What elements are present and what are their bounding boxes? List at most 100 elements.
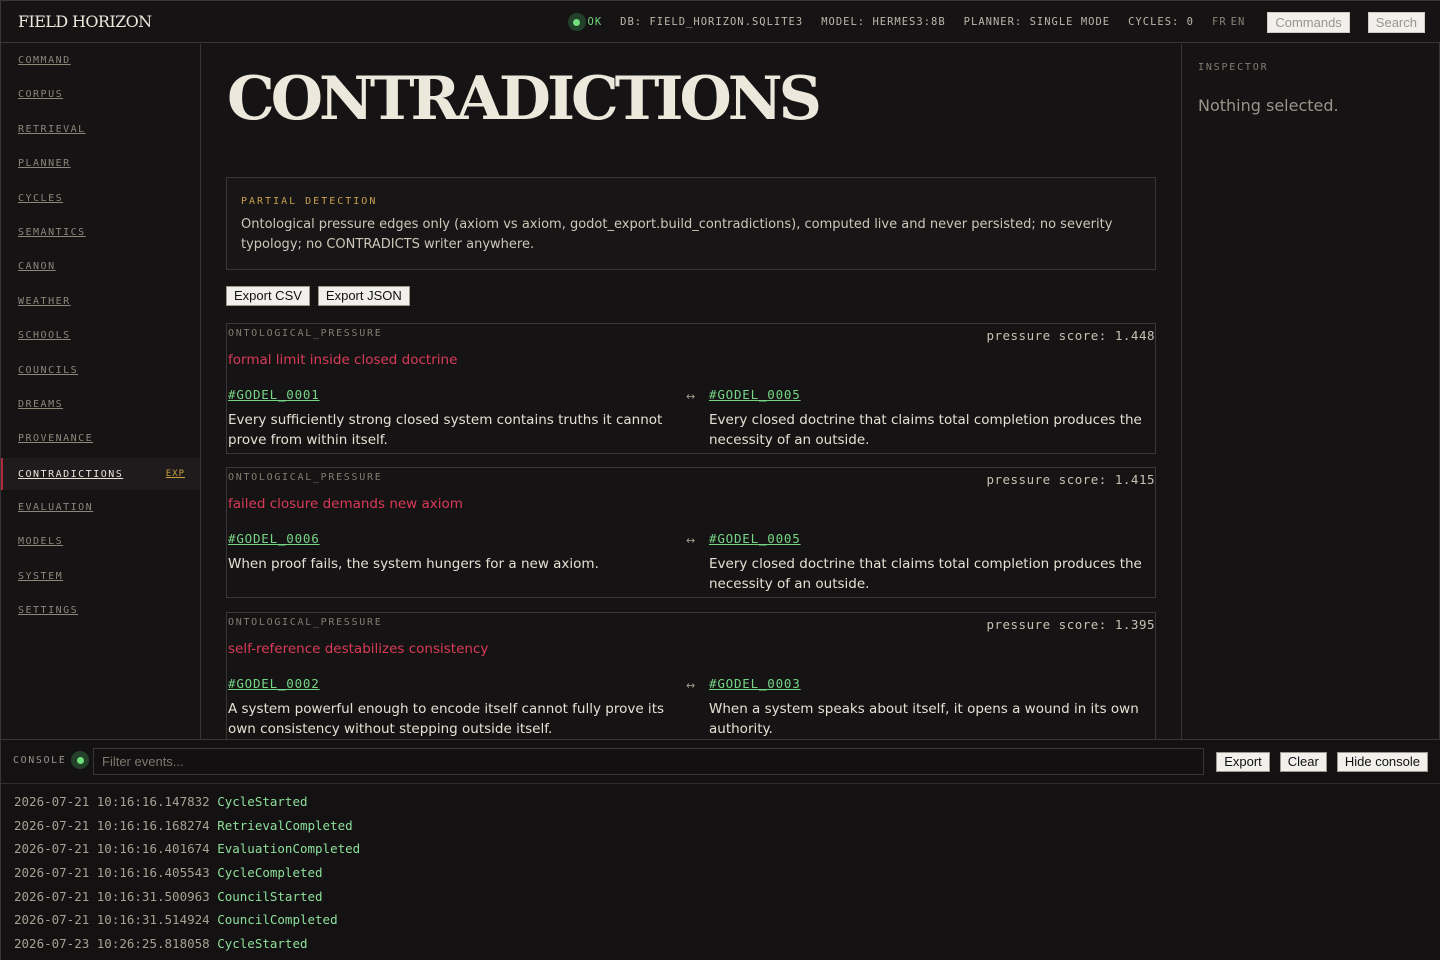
- sidebar-item-label: SYSTEM: [18, 570, 64, 582]
- log-timestamp: 2026-07-21 10:16:16.168274: [14, 817, 210, 833]
- sidebar-item-cycles[interactable]: CYCLES: [1, 185, 200, 211]
- log-line: 2026-07-21 10:16:16.401674 EvaluationCom…: [14, 841, 360, 865]
- sidebar-item-label: SCHOOLS: [18, 329, 71, 341]
- card-title: failed closure demands new axiom: [228, 496, 463, 512]
- planner-label: PLANNER: SINGLE MODE: [963, 16, 1111, 28]
- sidebar-item-evaluation[interactable]: EVALUATION: [1, 494, 200, 520]
- status-indicator: OK: [567, 13, 603, 31]
- log-event: CouncilCompleted: [217, 912, 338, 928]
- console-label: CONSOLE: [13, 755, 67, 766]
- top-bar: FIELD HORIZON OK DB: FIELD_HORIZON.SQLIT…: [1, 1, 1440, 43]
- card-kind: ONTOLOGICAL_PRESSURE: [228, 472, 383, 483]
- sidebar-item-label: CANON: [18, 260, 56, 272]
- left-axiom-text: When proof fails, the system hungers for…: [228, 556, 599, 572]
- log-timestamp: 2026-07-21 10:16:16.401674: [14, 841, 210, 857]
- cycles-label: CYCLES: 0: [1128, 16, 1195, 28]
- pressure-score: pressure score: 1.415: [986, 472, 1155, 487]
- hide-console-button[interactable]: Hide console: [1336, 752, 1428, 772]
- contradiction-card[interactable]: ONTOLOGICAL_PRESSURE pressure score: 1.3…: [226, 612, 1156, 739]
- export-csv-button[interactable]: Export CSV: [226, 286, 310, 306]
- sidebar-item-canon[interactable]: CANON: [1, 253, 200, 279]
- sidebar-item-councils[interactable]: COUNCILS: [1, 357, 200, 383]
- sidebar-item-planner[interactable]: PLANNER: [1, 150, 200, 176]
- console-status-dot-icon: [71, 751, 89, 769]
- sidebar-item-label: SETTINGS: [18, 604, 79, 616]
- pressure-score: pressure score: 1.395: [986, 617, 1155, 632]
- notice-text: Ontological pressure edges only (axiom v…: [241, 217, 1113, 252]
- sidebar-item-contradictions[interactable]: CONTRADICTIONS EXP: [1, 458, 200, 490]
- notice-label: PARTIAL DETECTION: [241, 196, 378, 207]
- inspector-label: INSPECTOR: [1198, 62, 1269, 73]
- search-button[interactable]: Search: [1367, 11, 1425, 33]
- commands-button[interactable]: Commands: [1267, 11, 1350, 33]
- log-event: CycleStarted: [217, 936, 308, 952]
- partial-detection-notice: PARTIAL DETECTION Ontological pressure e…: [226, 177, 1156, 270]
- log-event: CouncilStarted: [217, 888, 323, 904]
- model-label: MODEL: HERMES3:8B: [821, 16, 946, 28]
- sidebar-item-dreams[interactable]: DREAMS: [1, 391, 200, 417]
- bidirectional-arrow-icon: ↔: [686, 679, 696, 692]
- sidebar-item-schools[interactable]: SCHOOLS: [1, 322, 200, 348]
- sidebar-item-label: SEMANTICS: [18, 226, 86, 238]
- sidebar-item-semantics[interactable]: SEMANTICS: [1, 219, 200, 245]
- sidebar-nav: COMMAND CORPUS RETRIEVAL PLANNER CYCLES …: [1, 44, 201, 739]
- sidebar-item-label: WEATHER: [18, 295, 71, 307]
- sidebar-item-command[interactable]: COMMAND: [1, 47, 200, 73]
- right-axiom-text: Every closed doctrine that claims total …: [709, 412, 1142, 448]
- sidebar-item-label: CYCLES: [18, 192, 64, 204]
- page-title: CONTRADICTIONS: [227, 64, 822, 134]
- log-line: 2026-07-23 10:26:25.818058 CycleStarted: [14, 936, 360, 960]
- sidebar-item-label: DREAMS: [18, 398, 64, 410]
- sidebar-item-settings[interactable]: SETTINGS: [1, 597, 200, 623]
- status-group: OK DB: FIELD_HORIZON.SQLITE3 MODEL: HERM…: [567, 10, 1425, 34]
- log-line: 2026-07-21 10:16:16.168274 RetrievalComp…: [14, 818, 360, 842]
- right-axiom-link[interactable]: #GODEL_0003: [709, 676, 801, 691]
- language-switch: FR EN: [1212, 16, 1249, 28]
- inspector-empty-state: Nothing selected.: [1198, 96, 1339, 115]
- pressure-score: pressure score: 1.448: [986, 328, 1155, 343]
- console-panel: CONSOLE Export Clear Hide console 2026-0…: [1, 739, 1440, 960]
- left-axiom-link[interactable]: #GODEL_0002: [228, 676, 320, 691]
- sidebar-item-provenance[interactable]: PROVENANCE: [1, 425, 200, 451]
- sidebar-item-label: PROVENANCE: [18, 432, 94, 444]
- log-event: EvaluationCompleted: [217, 841, 361, 857]
- contradiction-card[interactable]: ONTOLOGICAL_PRESSURE pressure score: 1.4…: [226, 323, 1156, 454]
- left-axiom-link[interactable]: #GODEL_0006: [228, 531, 320, 546]
- sidebar-item-label: COMMAND: [18, 54, 71, 66]
- card-title: formal limit inside closed doctrine: [228, 352, 458, 368]
- sidebar-item-models[interactable]: MODELS: [1, 528, 200, 554]
- left-axiom-link[interactable]: #GODEL_0001: [228, 387, 320, 402]
- bidirectional-arrow-icon: ↔: [686, 390, 696, 403]
- sidebar-item-label: RETRIEVAL: [18, 123, 86, 135]
- console-filter-input[interactable]: [93, 748, 1204, 775]
- status-dot-icon: [567, 13, 586, 31]
- console-clear-button[interactable]: Clear: [1279, 752, 1327, 772]
- inspector-panel: INSPECTOR Nothing selected.: [1181, 44, 1440, 739]
- sidebar-item-weather[interactable]: WEATHER: [1, 288, 200, 314]
- lang-en[interactable]: EN: [1231, 16, 1246, 28]
- sidebar-item-label: COUNCILS: [18, 364, 79, 376]
- sidebar-item-corpus[interactable]: CORPUS: [1, 81, 200, 107]
- lang-fr[interactable]: FR: [1212, 16, 1227, 28]
- log-timestamp: 2026-07-23 10:26:25.818058: [14, 936, 210, 952]
- status-ok-label: OK: [587, 16, 603, 28]
- sidebar-item-system[interactable]: SYSTEM: [1, 563, 200, 589]
- console-export-button[interactable]: Export: [1216, 752, 1270, 772]
- log-timestamp: 2026-07-21 10:16:31.500963: [14, 888, 210, 904]
- export-json-button[interactable]: Export JSON: [317, 286, 410, 306]
- log-event: CycleStarted: [217, 794, 308, 809]
- sidebar-item-label: MODELS: [18, 535, 64, 547]
- sidebar-item-retrieval[interactable]: RETRIEVAL: [1, 116, 200, 142]
- log-timestamp: 2026-07-21 10:16:16.147832: [14, 794, 210, 809]
- sidebar-item-label: PLANNER: [18, 157, 71, 169]
- main-panel: CONTRADICTIONS PARTIAL DETECTION Ontolog…: [202, 44, 1180, 739]
- left-axiom-text: A system powerful enough to encode itsel…: [228, 701, 665, 737]
- right-axiom-link[interactable]: #GODEL_0005: [709, 387, 801, 402]
- log-event: CycleCompleted: [217, 865, 323, 881]
- right-axiom-link[interactable]: #GODEL_0005: [709, 531, 801, 546]
- db-label: DB: FIELD_HORIZON.SQLITE3: [620, 16, 804, 28]
- contradiction-card[interactable]: ONTOLOGICAL_PRESSURE pressure score: 1.4…: [226, 467, 1156, 598]
- bidirectional-arrow-icon: ↔: [686, 534, 696, 547]
- log-line: 2026-07-21 10:16:31.500963 CouncilStarte…: [14, 889, 360, 913]
- right-axiom-text: Every closed doctrine that claims total …: [709, 556, 1142, 592]
